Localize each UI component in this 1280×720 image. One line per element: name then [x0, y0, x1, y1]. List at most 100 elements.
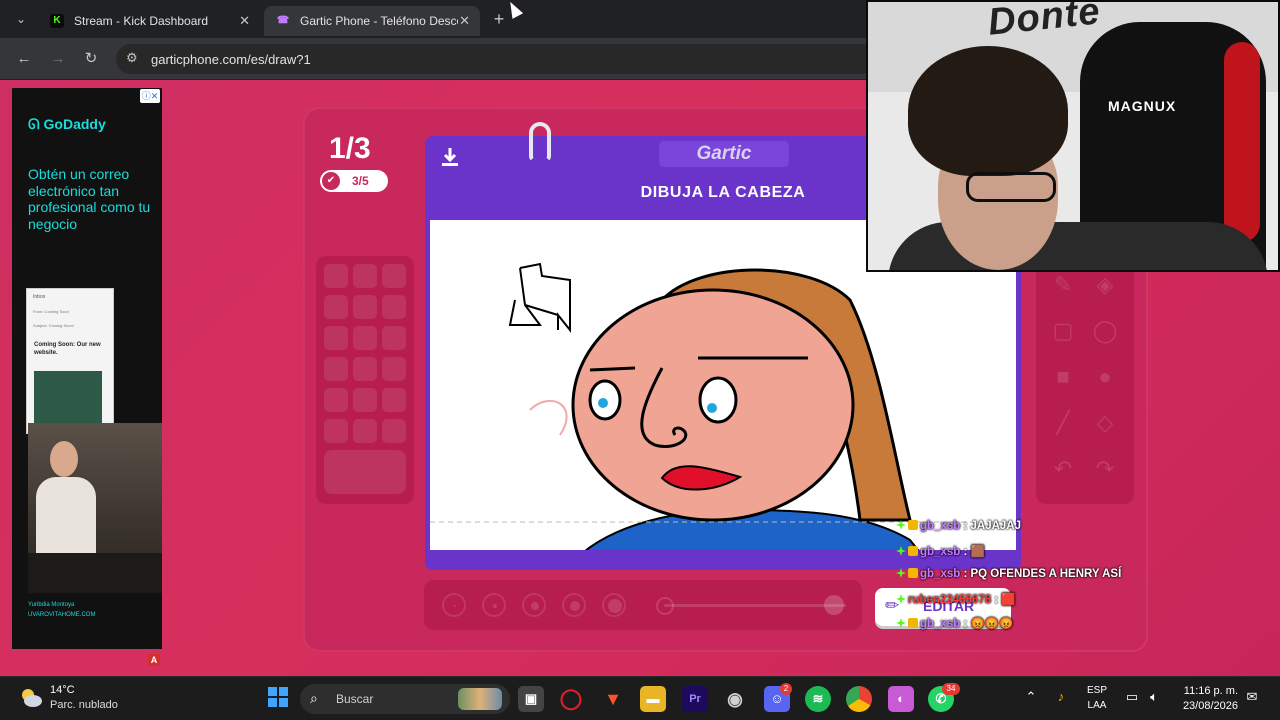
tab-gartic-phone[interactable]: ☎ Gartic Phone - Teléfono Descon ✕: [264, 6, 480, 36]
binder-ring-icon: [529, 122, 551, 162]
forward-arrow-icon[interactable]: →: [48, 49, 68, 69]
eraser-tool-icon[interactable]: ◇: [1092, 410, 1118, 436]
chat-message: gb_xsb : 🟫: [896, 544, 985, 562]
ellipse-tool-icon[interactable]: ◯: [1092, 318, 1118, 344]
color-swatch[interactable]: [382, 295, 406, 319]
chat-message: gb_xsb : JAJAJAJ: [896, 520, 1021, 538]
tab-close-icon[interactable]: ✕: [239, 6, 250, 36]
brush-size-1[interactable]: [442, 593, 466, 617]
opacity-slider-min[interactable]: [656, 597, 674, 615]
filled-ellipse-tool-icon[interactable]: ●: [1092, 364, 1118, 390]
weather-temperature: 14°C: [50, 684, 75, 696]
brush-size-bar: [424, 580, 862, 630]
color-swatch[interactable]: [324, 264, 348, 288]
adchoices-icon[interactable]: ⓘ✕: [140, 89, 160, 103]
color-swatch[interactable]: [382, 388, 406, 412]
fill-tool-icon[interactable]: ◈: [1092, 272, 1118, 298]
keyboard-layout[interactable]: LAA: [1082, 700, 1112, 711]
pen-tool-icon[interactable]: ✎: [1050, 272, 1076, 298]
filled-rectangle-tool-icon[interactable]: ■: [1050, 364, 1076, 390]
premiere-icon[interactable]: Pr: [682, 686, 708, 712]
kick-badge-icon: [896, 546, 906, 556]
color-swatch[interactable]: [353, 264, 377, 288]
left-eyebrow: [589, 366, 636, 372]
doodle: [508, 262, 571, 333]
gartic-logo-text: Gartic: [696, 143, 752, 164]
color-swatch[interactable]: [324, 419, 348, 443]
color-swatch[interactable]: [382, 357, 406, 381]
site-settings-icon[interactable]: ⚙: [126, 50, 138, 66]
obs-icon[interactable]: ◉: [722, 686, 748, 712]
kick-icon: K: [50, 14, 64, 28]
tray-overflow-icon[interactable]: ⌃: [1024, 689, 1038, 705]
color-swatch[interactable]: [324, 326, 348, 350]
undo-icon[interactable]: ↶: [1050, 456, 1076, 482]
opacity-slider[interactable]: [664, 604, 846, 607]
ad-headline: Obtén un correo electrónico tan profesio…: [28, 166, 151, 232]
chat-user: gb_xsb: [920, 546, 961, 558]
tab-close-icon[interactable]: ✕: [459, 6, 470, 36]
opacity-slider-knob[interactable]: [824, 595, 844, 615]
reload-icon[interactable]: ↻: [81, 49, 101, 69]
volume-icon[interactable]: 🔈︎: [1146, 689, 1162, 705]
microphone-icon[interactable]: ♪: [1054, 689, 1068, 704]
redo-icon[interactable]: ↷: [1092, 456, 1118, 482]
color-swatch[interactable]: [353, 326, 377, 350]
task-view-icon[interactable]: ▣: [518, 686, 544, 712]
streamer-hair: [908, 46, 1068, 176]
color-swatch[interactable]: [353, 295, 377, 319]
brush-size-4[interactable]: [562, 593, 586, 617]
taskbar-search[interactable]: ⌕ Buscar: [300, 684, 510, 714]
kick-badge-icon: [896, 594, 906, 604]
line-tool-icon[interactable]: ╱: [1050, 410, 1076, 436]
color-swatch[interactable]: [324, 357, 348, 381]
brush-size-2[interactable]: [482, 593, 506, 617]
clock-time[interactable]: 11:16 p. m.: [1176, 685, 1238, 697]
color-swatch[interactable]: [353, 419, 377, 443]
spotify-icon[interactable]: ≋: [805, 686, 831, 712]
back-arrow-icon[interactable]: ←: [14, 49, 34, 69]
screen: ⌄ K Stream - Kick Dashboard ✕ ☎ Gartic P…: [0, 0, 1280, 720]
ad-email-mockup: Inbox From: Coming Soon Subject: Coming …: [26, 288, 114, 434]
url-text: garticphone.com/es/draw?1: [151, 52, 311, 67]
brave-icon[interactable]: ▼: [600, 686, 626, 712]
photo-head: [50, 441, 78, 477]
notification-icon[interactable]: ✉: [1244, 689, 1260, 705]
sub-badge-icon: [908, 618, 918, 628]
current-color[interactable]: [324, 450, 406, 494]
partly-cloudy-icon[interactable]: [18, 685, 44, 711]
color-swatch[interactable]: [324, 295, 348, 319]
streamer-glasses: [966, 172, 1056, 202]
search-highlight-image: [458, 688, 502, 710]
brush-size-3[interactable]: [522, 593, 546, 617]
adblock-badge-icon[interactable]: A: [148, 654, 160, 666]
color-swatch[interactable]: [382, 419, 406, 443]
photo-desk: [28, 553, 162, 593]
dot-fill: [608, 599, 622, 613]
tab-search-chevron-icon[interactable]: ⌄: [8, 8, 34, 30]
address-bar[interactable]: ⚙ garticphone.com/es/draw?1: [116, 44, 876, 74]
color-swatch[interactable]: [382, 264, 406, 288]
brush-size-5[interactable]: [602, 593, 626, 617]
discord-badge: 2: [780, 683, 792, 695]
right-pupil: [707, 403, 717, 413]
network-icon[interactable]: ▭: [1124, 689, 1140, 705]
color-swatch[interactable]: [353, 357, 377, 381]
download-icon[interactable]: [440, 146, 460, 168]
color-swatch[interactable]: [382, 326, 406, 350]
clock-date[interactable]: 23/08/2026: [1176, 700, 1238, 712]
godaddy-logo-icon: ᘏ: [28, 116, 44, 132]
language-code[interactable]: ESP: [1082, 685, 1112, 696]
photos-icon[interactable]: ◐: [888, 686, 914, 712]
opera-icon[interactable]: ◯: [558, 686, 584, 712]
advertisement[interactable]: ⓘ✕ ᘏ GoDaddy Obtén un correo electrónico…: [12, 88, 162, 649]
file-explorer-icon[interactable]: ▬: [640, 686, 666, 712]
windows-start-icon[interactable]: [265, 686, 291, 712]
color-swatch[interactable]: [324, 388, 348, 412]
rectangle-tool-icon[interactable]: ▢: [1050, 318, 1076, 344]
chat-user: gb_xsb: [920, 520, 961, 532]
new-tab-button[interactable]: +: [488, 9, 510, 31]
chrome-icon[interactable]: [846, 686, 872, 712]
color-swatch[interactable]: [353, 388, 377, 412]
tab-kick-dashboard[interactable]: K Stream - Kick Dashboard ✕: [38, 6, 260, 36]
